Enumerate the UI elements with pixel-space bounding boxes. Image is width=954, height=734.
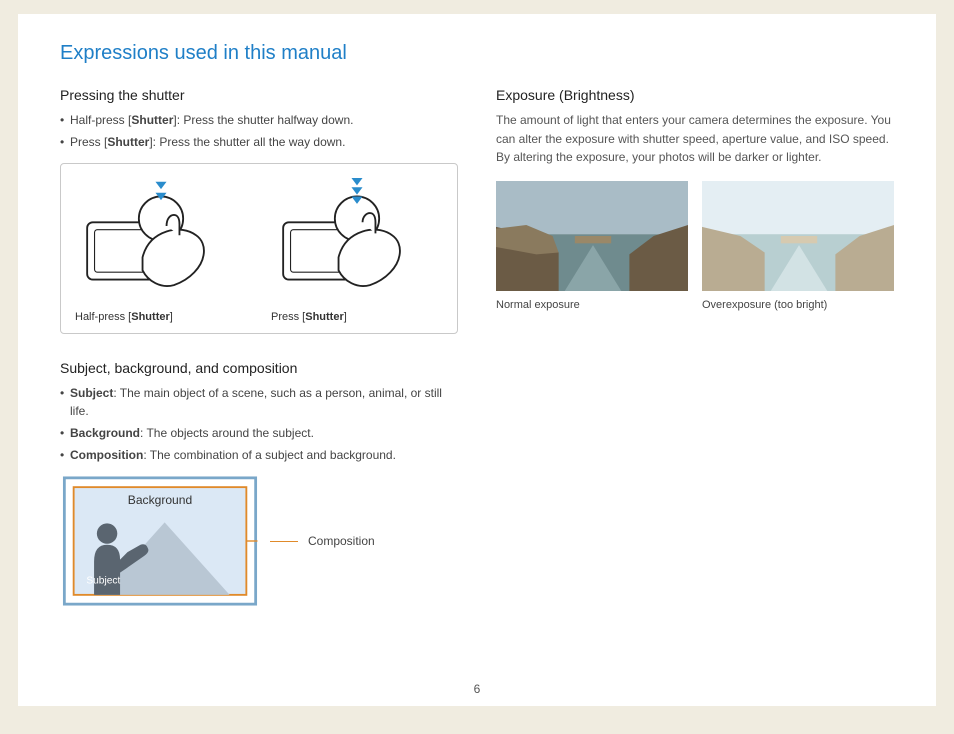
text: Half-press [ <box>70 113 131 127</box>
page-title: Expressions used in this manual <box>60 42 894 65</box>
sbc-bullets: Subject: The main object of a scene, suc… <box>60 384 458 464</box>
text: : The objects around the subject. <box>140 426 314 440</box>
text: Press [ <box>70 135 107 149</box>
text: ] <box>344 311 347 323</box>
composition-svg: Background Subject <box>60 476 260 606</box>
half-press-illustration <box>75 178 247 303</box>
text: Press [ <box>271 311 305 323</box>
text-bold: Subject <box>70 386 113 400</box>
composition-connector-line <box>270 541 298 542</box>
shutter-bullets: Half-press [Shutter]: Press the shutter … <box>60 111 458 151</box>
text-bold: Shutter <box>131 113 173 127</box>
photo-normal-icon <box>496 181 688 291</box>
text: : The combination of a subject and backg… <box>143 448 396 462</box>
text: ] <box>170 311 173 323</box>
exposure-photo-row: Normal exposure Overexposure (too bright… <box>496 181 894 311</box>
photo-over-icon <box>702 181 894 291</box>
caption-full-press: Press [Shutter] <box>271 311 443 323</box>
caption-half-press: Half-press [Shutter] <box>75 311 247 323</box>
text-bold: Shutter <box>107 135 149 149</box>
text: : The main object of a scene, such as a … <box>70 386 442 418</box>
camera-half-press-icon <box>75 178 247 298</box>
exposure-paragraph: The amount of light that enters your cam… <box>496 111 894 167</box>
shutter-illustration-box: Half-press [Shutter] Press [Shutter] <box>60 163 458 334</box>
list-item: Half-press [Shutter]: Press the shutter … <box>60 111 458 129</box>
photo-overexposure: Overexposure (too bright) <box>702 181 894 311</box>
text-bold: Shutter <box>305 311 344 323</box>
label-subject-svg: Subject <box>86 576 120 587</box>
text: ]: Press the shutter halfway down. <box>173 113 353 127</box>
caption-normal: Normal exposure <box>496 299 688 311</box>
heading-shutter: Pressing the shutter <box>60 87 458 103</box>
caption-over: Overexposure (too bright) <box>702 299 894 311</box>
text-bold: Composition <box>70 448 143 462</box>
composition-illustration: Background Subject Composition <box>60 476 458 606</box>
text-bold: Shutter <box>131 311 170 323</box>
full-press-illustration <box>271 178 443 303</box>
list-item: Press [Shutter]: Press the shutter all t… <box>60 133 458 151</box>
page: Expressions used in this manual Pressing… <box>18 14 936 706</box>
columns: Pressing the shutter Half-press [Shutter… <box>60 87 894 606</box>
list-item: Composition: The combination of a subjec… <box>60 446 458 464</box>
label-composition: Composition <box>308 534 375 548</box>
heading-exposure: Exposure (Brightness) <box>496 87 894 103</box>
text: Half-press [ <box>75 311 131 323</box>
list-item: Subject: The main object of a scene, suc… <box>60 384 458 420</box>
list-item: Background: The objects around the subje… <box>60 424 458 442</box>
page-number: 6 <box>18 682 936 696</box>
heading-sbc: Subject, background, and composition <box>60 360 458 376</box>
right-column: Exposure (Brightness) The amount of ligh… <box>496 87 894 606</box>
camera-full-press-icon <box>271 178 443 298</box>
left-column: Pressing the shutter Half-press [Shutter… <box>60 87 458 606</box>
label-background-svg: Background <box>128 493 192 507</box>
text: ]: Press the shutter all the way down. <box>149 135 345 149</box>
text-bold: Background <box>70 426 140 440</box>
photo-normal-exposure: Normal exposure <box>496 181 688 311</box>
